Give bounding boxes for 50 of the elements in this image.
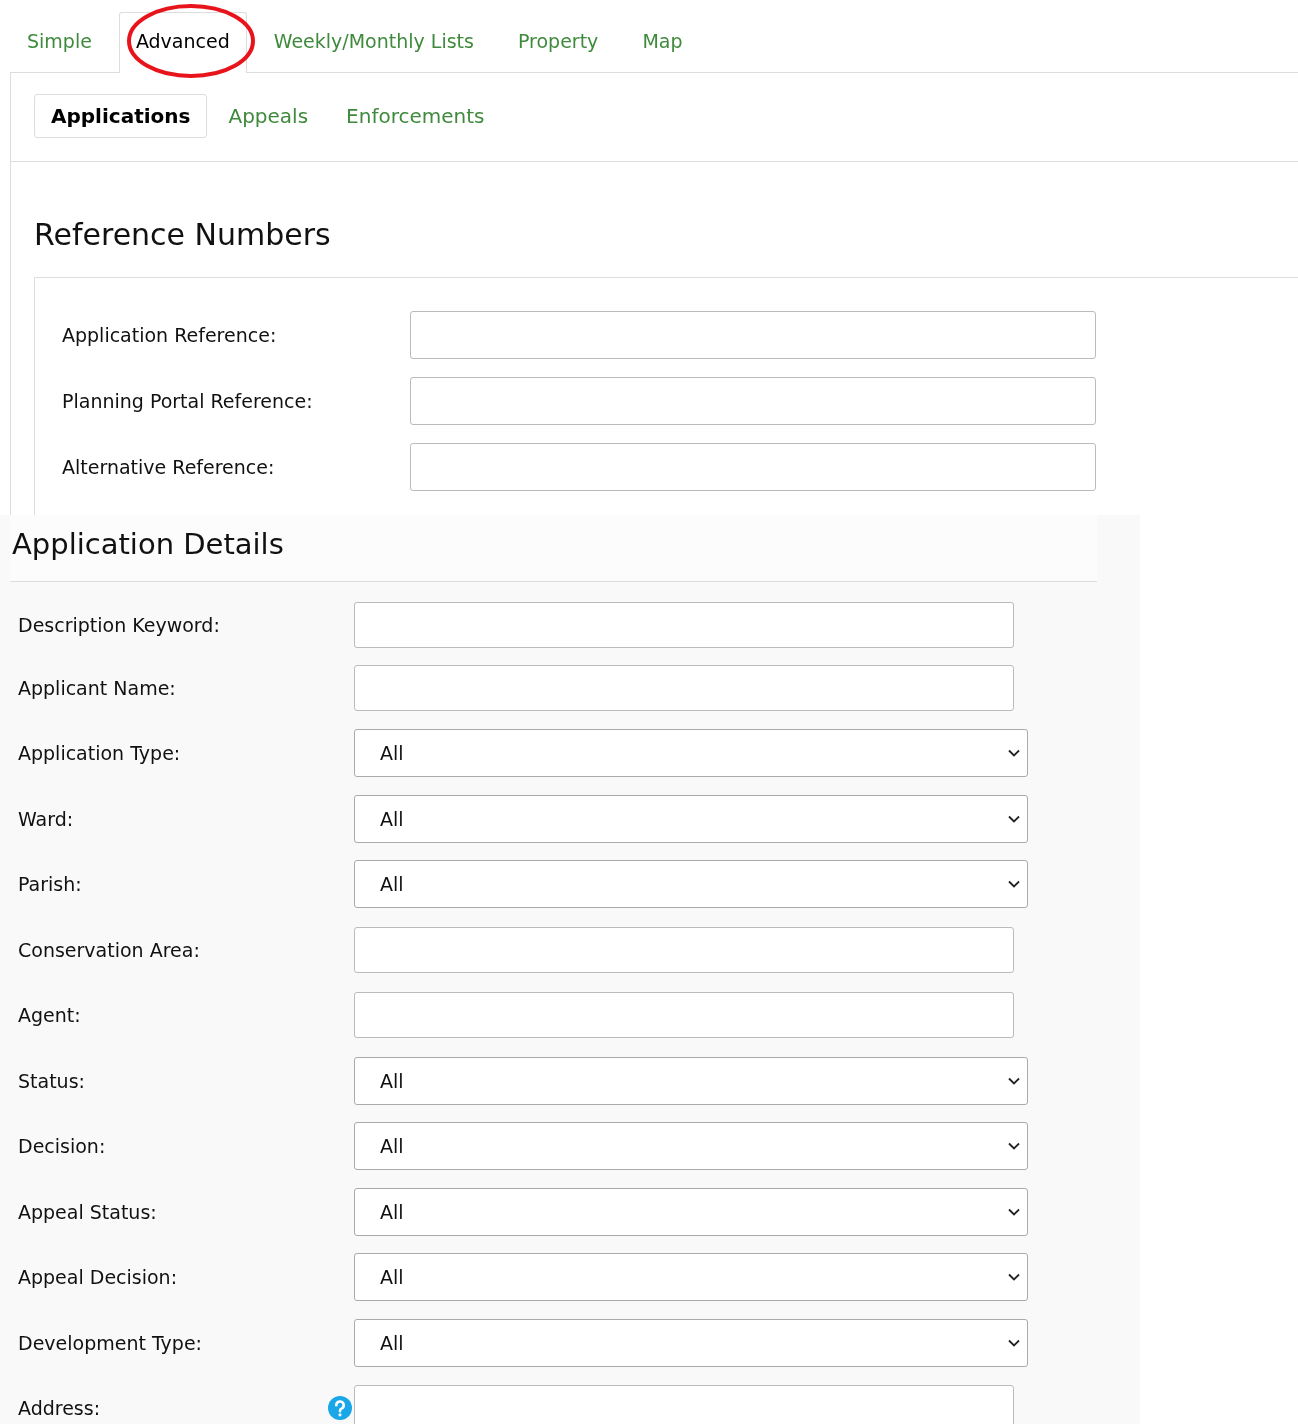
dropdown[interactable]: All — [354, 1122, 1028, 1171]
input-field[interactable] — [354, 602, 1014, 648]
tab[interactable]: Advanced — [118, 12, 247, 73]
chevron-down-icon — [1008, 880, 1020, 889]
input-field[interactable] — [354, 926, 1014, 973]
field-label: Ward: — [18, 807, 74, 830]
field-label: Application Reference: — [62, 324, 278, 346]
field-label: Decision: — [18, 1135, 106, 1158]
dropdown[interactable]: All — [354, 729, 1028, 778]
dropdown[interactable]: All — [354, 1187, 1028, 1236]
input-field[interactable] — [354, 1385, 1014, 1424]
dropdown[interactable]: All — [354, 1318, 1028, 1367]
tab[interactable]: Weekly/Monthly Lists — [256, 12, 491, 72]
input-field[interactable] — [410, 311, 1096, 359]
subtab[interactable]: Applications — [34, 94, 208, 138]
input-field[interactable] — [410, 443, 1096, 491]
field-label: Description Keyword: — [18, 614, 220, 636]
input-field[interactable] — [354, 664, 1014, 711]
field-label: Development Type: — [18, 1331, 202, 1354]
section-heading: Reference Numbers — [34, 217, 332, 252]
field-label: Address: — [18, 1397, 101, 1420]
dropdown[interactable]: All — [354, 1253, 1028, 1302]
chevron-down-icon — [1008, 1076, 1020, 1085]
subtab[interactable]: Appeals — [211, 94, 326, 138]
field-label: Planning Portal Reference: — [62, 390, 314, 412]
field-label: Parish: — [18, 873, 82, 896]
field-label: Applicant Name: — [18, 676, 176, 699]
field-label: Agent: — [18, 1004, 81, 1027]
field-label: Appeal Status: — [18, 1200, 157, 1223]
field-label: Status: — [18, 1069, 85, 1092]
chevron-down-icon — [1008, 1273, 1020, 1282]
tab[interactable]: Simple — [10, 12, 109, 72]
tab[interactable]: Map — [625, 12, 700, 72]
chevron-down-icon — [1008, 1207, 1020, 1216]
field-label: Application Type: — [18, 742, 181, 765]
field-label: Alternative Reference: — [62, 456, 276, 478]
field-label: Appeal Decision: — [18, 1266, 178, 1289]
tab[interactable]: Property — [500, 12, 616, 72]
help-icon[interactable] — [328, 1396, 352, 1421]
subtab[interactable]: Enforcements — [329, 94, 502, 138]
chevron-down-icon — [1008, 749, 1020, 758]
chevron-down-icon — [1008, 814, 1020, 823]
input-field[interactable] — [410, 377, 1096, 425]
chevron-down-icon — [1008, 1338, 1020, 1347]
chevron-down-icon — [1008, 1142, 1020, 1151]
field-label: Conservation Area: — [18, 938, 200, 961]
dropdown[interactable]: All — [354, 860, 1028, 909]
dropdown[interactable]: All — [354, 1056, 1028, 1105]
dropdown[interactable]: All — [354, 794, 1028, 843]
input-field[interactable] — [354, 992, 1014, 1039]
